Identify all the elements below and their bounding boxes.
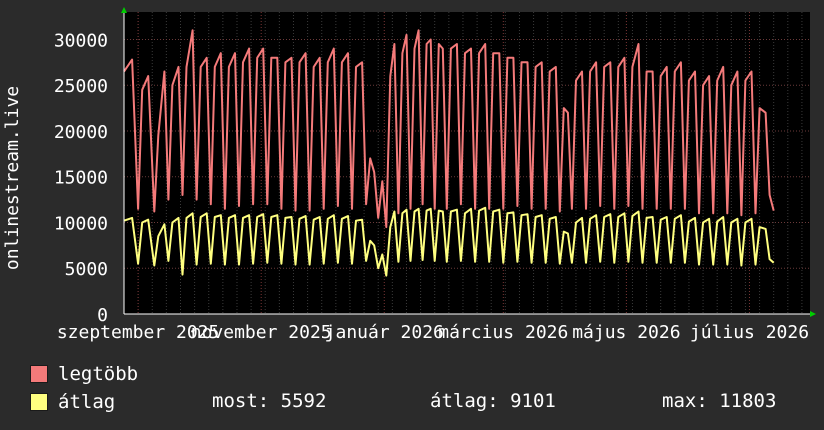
y-axis-label: onlinestream.live: [2, 86, 23, 270]
stat-now-label: most:: [212, 390, 270, 412]
legend-label-avg: átlag: [58, 391, 116, 413]
legend-item-max: legtöbb: [30, 362, 138, 386]
y-tick-label: 5000: [65, 259, 108, 280]
legend-swatch-avg: [30, 393, 48, 411]
stat-max: max: 11803: [662, 390, 776, 412]
y-axis-arrow-icon: [121, 7, 127, 13]
y-tick-label: 30000: [54, 30, 108, 51]
stat-avg-value: 9101: [510, 390, 556, 412]
legend-item-avg: átlag most: 5592 átlag: 9101 max: 11803: [30, 390, 820, 414]
stat-now: most: 5592: [212, 390, 326, 412]
y-tick-label: 15000: [54, 168, 108, 189]
chart: 050001000015000200002500030000 szeptembe…: [2, 7, 816, 343]
y-tick-label: 10000: [54, 213, 108, 234]
stat-avg: átlag: 9101: [430, 390, 556, 412]
x-tick-label: március 2026: [438, 322, 568, 343]
legend-swatch-max: [30, 365, 48, 383]
y-tick-label: 25000: [54, 76, 108, 97]
y-tick-label: 20000: [54, 122, 108, 143]
stat-now-value: 5592: [280, 390, 327, 412]
x-tick-label: január 2026: [325, 322, 444, 343]
y-axis: 050001000015000200002500030000: [54, 30, 108, 326]
x-axis: szeptember 2025november 2025január 2026m…: [57, 322, 809, 343]
stat-avg-label: átlag:: [430, 390, 499, 412]
x-tick-label: november 2025: [191, 322, 332, 343]
stat-max-label: max:: [662, 390, 708, 412]
legend-label-max: legtöbb: [58, 363, 139, 385]
stat-max-value: 11803: [719, 390, 777, 412]
x-tick-label: július 2026: [690, 322, 809, 343]
x-axis-arrow-icon: [810, 311, 816, 317]
x-tick-label: május 2026: [572, 322, 680, 343]
